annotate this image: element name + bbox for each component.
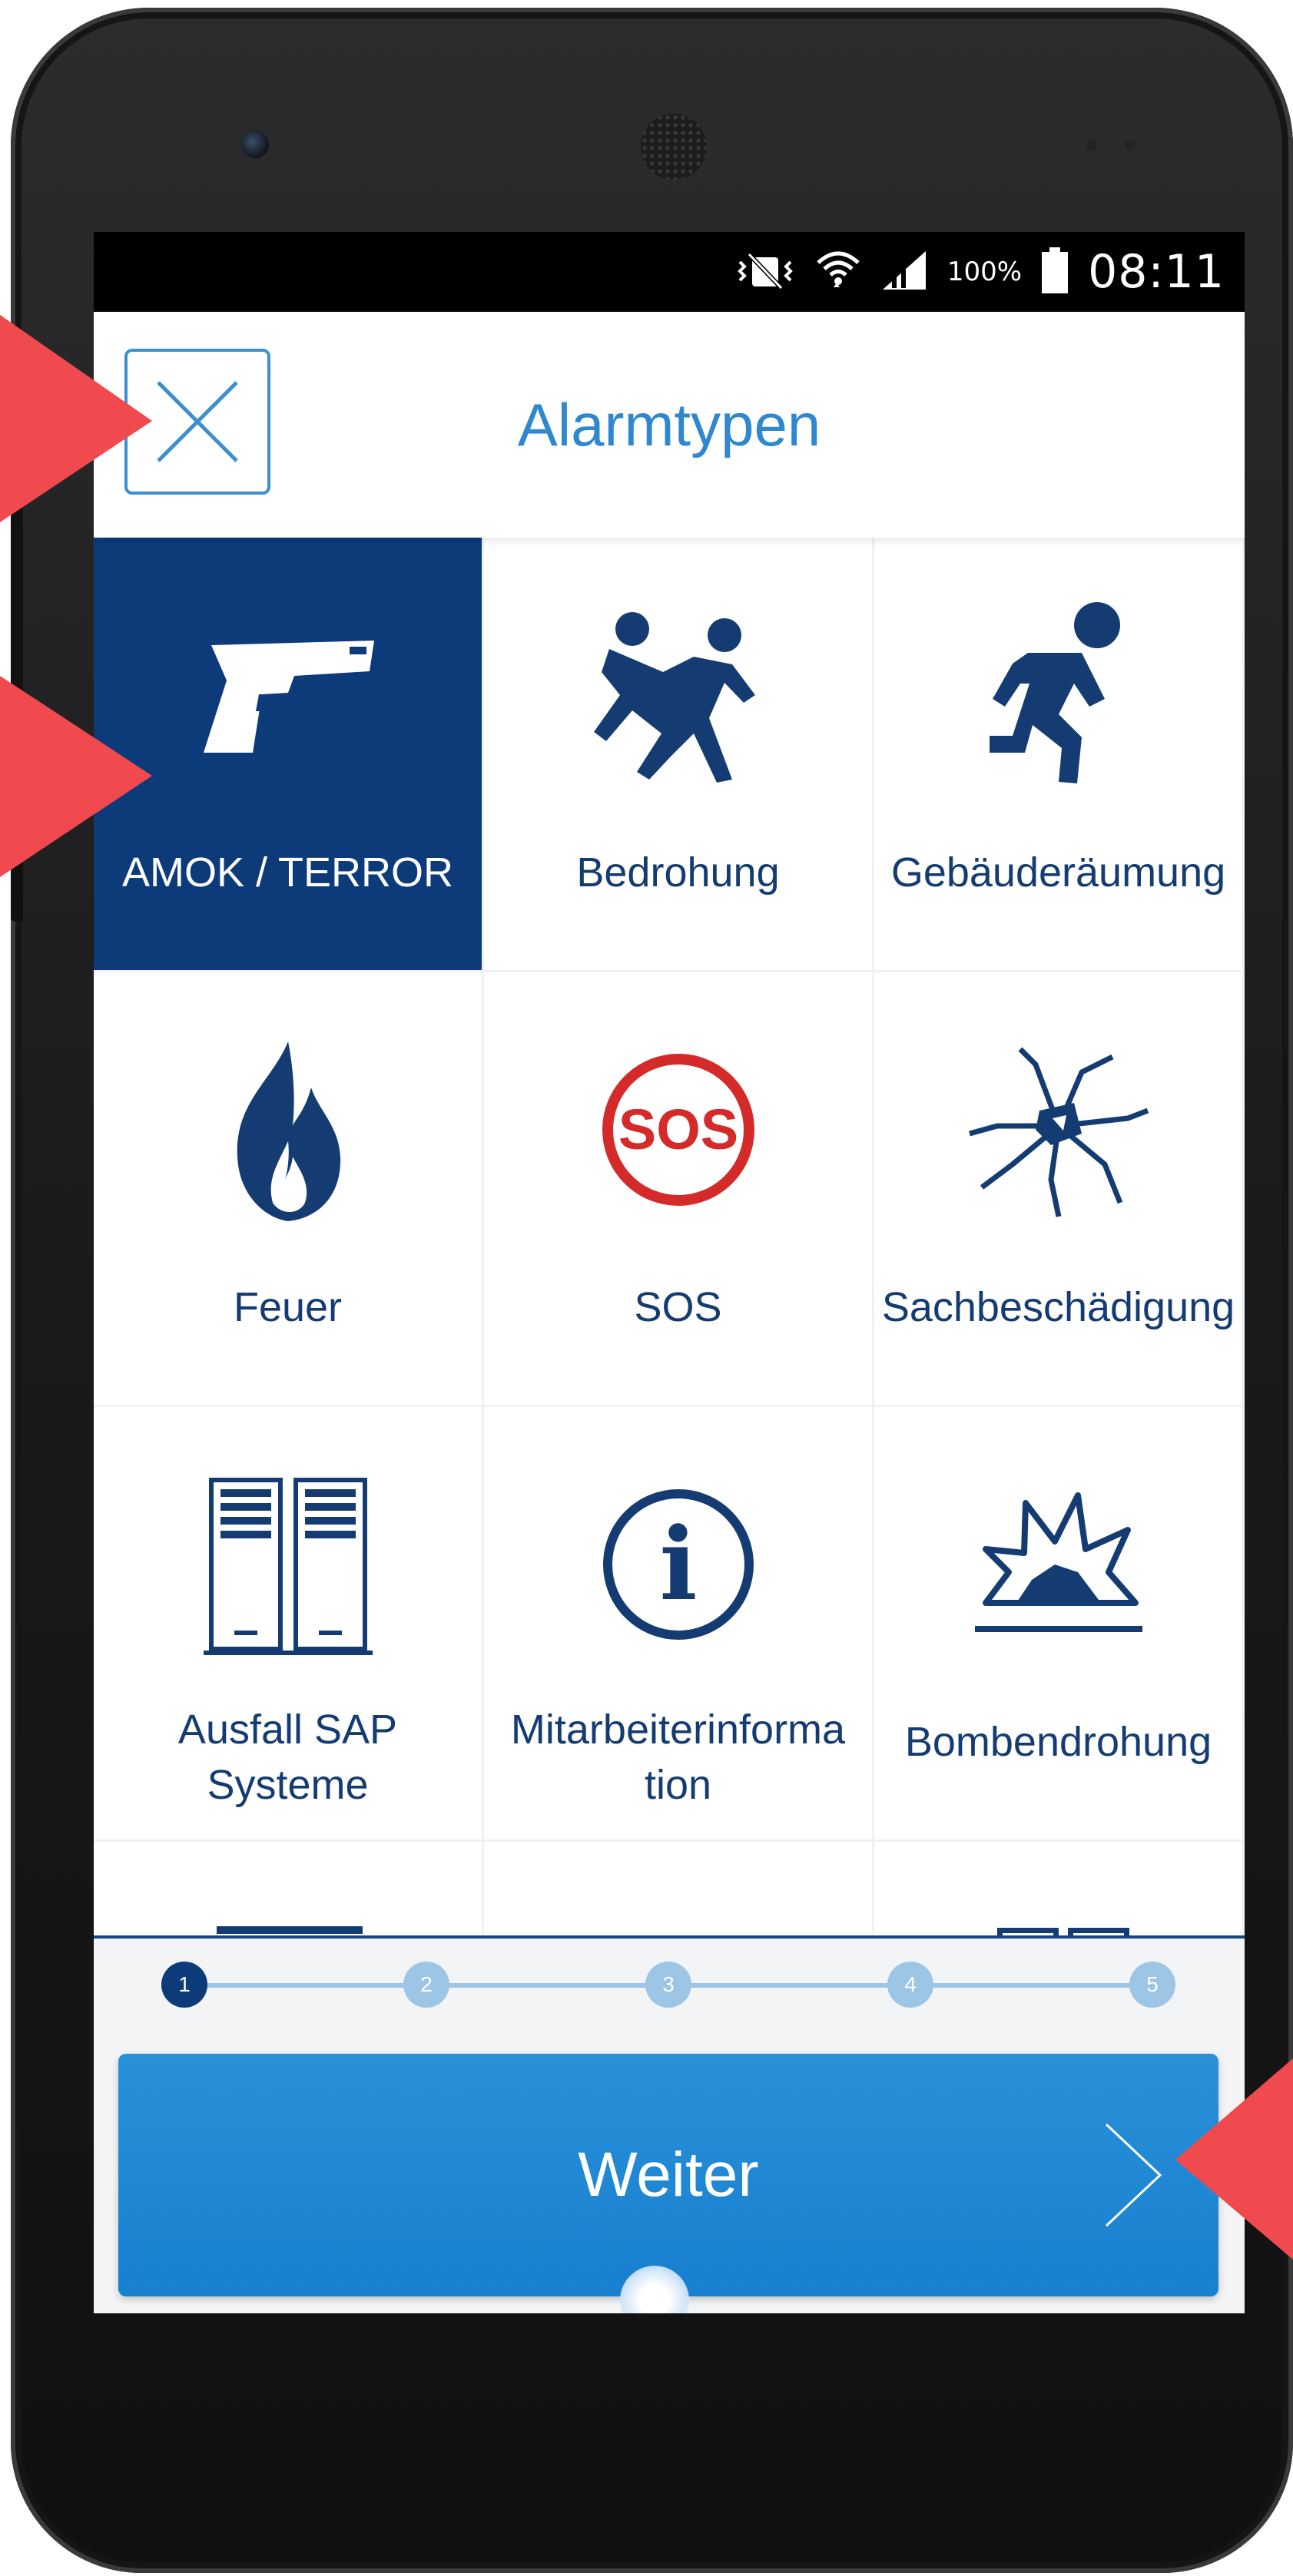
- alarm-tile-ausfall-sap-systeme[interactable]: Ausfall SAP Systeme: [94, 1407, 484, 1842]
- alarm-tile-label: Bombendrohung: [904, 1719, 1212, 1765]
- alarm-type-grid: AMOK / TERROR Bedrohung Gebäuderäumung F…: [94, 538, 1245, 2276]
- running-person-icon: [989, 602, 1120, 783]
- step-1: 1: [161, 1962, 207, 2008]
- alarm-tile-bombendrohung[interactable]: Bombendrohung: [874, 1407, 1245, 1842]
- alarm-tile-label: Bedrohung: [576, 849, 780, 896]
- broken-glass-icon: [968, 1047, 1149, 1217]
- bottom-panel: 1 2 3 4 5 Weiter: [94, 1935, 1245, 2313]
- alarm-tile-label-line1: Ausfall SAP: [177, 1707, 398, 1753]
- signal-icon: [881, 250, 927, 295]
- alarm-tile-label: Ausfall SAP Systeme: [97, 1702, 479, 1813]
- phone-frame: 100% 08:11 Alarmtypen AMOK / TERROR Bedr…: [11, 8, 1293, 2573]
- step-2: 2: [403, 1962, 449, 2008]
- wifi-icon: [815, 247, 861, 297]
- progress-stepper: 1 2 3 4 5: [161, 1962, 1175, 2008]
- alarm-tile-label-line1: Mitarbeiterinforma: [510, 1707, 846, 1753]
- alarm-tile-label: Sachbeschädigung: [881, 1284, 1235, 1330]
- alarm-tile-sachbeschaedigung[interactable]: Sachbeschädigung: [874, 972, 1245, 1407]
- alarm-tile-mitarbeiterinformation[interactable]: i Mitarbeiterinforma tion: [484, 1407, 874, 1842]
- partial-icon: [217, 1926, 363, 1934]
- alarm-tile-label-line2: Systeme: [207, 1762, 369, 1808]
- alarm-tile-sos[interactable]: SOS SOS: [484, 972, 874, 1407]
- screen: 100% 08:11 Alarmtypen AMOK / TERROR Bedr…: [94, 232, 1245, 2313]
- annotation-arrow-next: [1175, 2058, 1293, 2260]
- alarm-tile-label: Gebäuderäumung: [890, 849, 1226, 896]
- step-5: 5: [1129, 1962, 1175, 2008]
- annotation-arrow-selected-tile: [0, 676, 152, 877]
- step-4: 4: [887, 1962, 933, 2008]
- pistol-icon: [203, 641, 374, 753]
- proximity-sensor: [1086, 140, 1097, 151]
- earpiece-speaker: [641, 114, 707, 180]
- status-bar: 100% 08:11: [94, 232, 1245, 312]
- info-icon: i: [602, 1489, 754, 1640]
- vibrate-icon: [735, 251, 795, 293]
- front-camera: [241, 131, 269, 158]
- alarm-tile-label: Mitarbeiterinforma tion: [487, 1702, 869, 1813]
- alarm-tile-bedrohung[interactable]: Bedrohung: [484, 538, 874, 972]
- step-3: 3: [645, 1962, 691, 2008]
- battery-percentage: 100%: [947, 257, 1023, 287]
- light-sensor: [1125, 140, 1136, 151]
- explosion-icon: [974, 1492, 1142, 1632]
- server-rack-icon: [203, 1478, 373, 1655]
- alarm-tile-gebaeuderaeumung[interactable]: Gebäuderäumung: [874, 538, 1245, 972]
- alarm-tile-label-line2: tion: [644, 1762, 712, 1808]
- battery-icon: [1042, 247, 1069, 297]
- clock: 08:11: [1088, 245, 1225, 299]
- app-bar: Alarmtypen: [94, 312, 1245, 538]
- alarm-tile-feuer[interactable]: Feuer: [94, 972, 484, 1407]
- info-icon-text: i: [659, 1505, 697, 1623]
- next-button[interactable]: Weiter: [118, 2054, 1218, 2296]
- sos-icon-text: SOS: [618, 1098, 738, 1161]
- chevron-right-icon: [1105, 2123, 1162, 2227]
- annotation-arrow-close: [0, 315, 152, 522]
- fight-icon: [593, 612, 755, 783]
- sos-icon: SOS: [602, 1054, 754, 1206]
- alarm-tile-label: Feuer: [233, 1284, 343, 1330]
- fire-icon: [237, 1041, 340, 1221]
- alarm-tile-label: SOS: [634, 1284, 722, 1330]
- next-button-label: Weiter: [578, 2140, 759, 2210]
